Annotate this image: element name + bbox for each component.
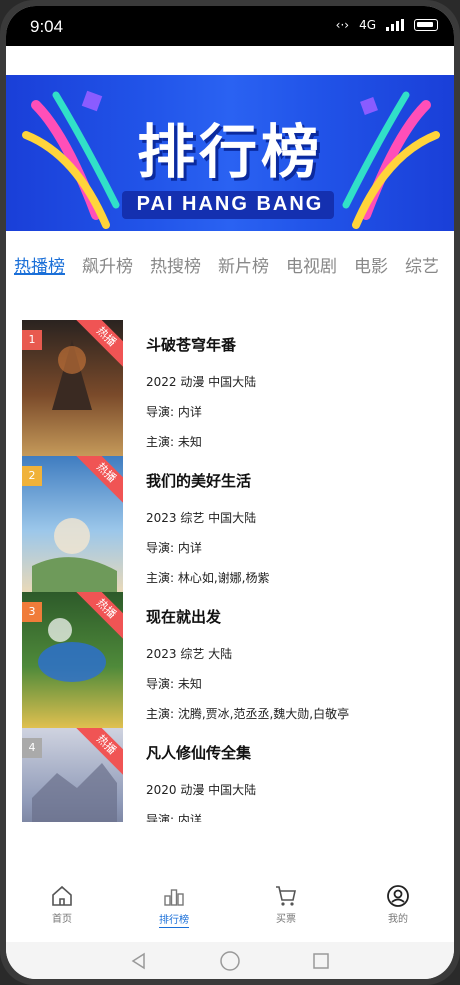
cart-icon xyxy=(276,886,296,906)
list-item[interactable]: 4 热播 凡人修仙传全集 2020 动漫 中国大陆 导演: 内详 xyxy=(22,728,442,822)
rank-badge: 3 xyxy=(22,602,42,622)
category-tabs: 热播榜 飙升榜 热搜榜 新片榜 电视剧 电影 综艺 xyxy=(6,234,454,280)
item-info: 现在就出发 2023 综艺 大陆 导演: 未知 主演: 沈腾,贾冰,范丞丞,魏大… xyxy=(146,606,349,735)
link-icon: ‹·› xyxy=(335,18,350,32)
item-meta: 2020 动漫 中国大陆 xyxy=(146,783,257,797)
back-icon[interactable] xyxy=(129,951,149,971)
ranking-list: 1 热播 斗破苍穹年番 2022 动漫 中国大陆 导演: 内详 主演: 未知 2… xyxy=(22,320,442,822)
system-nav-bar xyxy=(6,942,454,979)
item-meta: 2022 动漫 中国大陆 xyxy=(146,375,257,389)
tab-tv-series[interactable]: 电视剧 xyxy=(286,234,337,280)
rank-badge: 1 xyxy=(22,330,42,350)
nav-ranking[interactable]: 排行榜 xyxy=(118,884,230,936)
screen: 9:04 ‹·› 4G 排行榜 PAI HANG BANG 热播榜 飙升榜 热搜… xyxy=(6,6,454,979)
item-director: 导演: 内详 xyxy=(146,813,202,822)
nav-home[interactable]: 首页 xyxy=(6,884,118,936)
tab-hot-search[interactable]: 热搜榜 xyxy=(150,234,201,280)
poster: 2 热播 xyxy=(22,456,123,592)
item-director: 导演: 未知 xyxy=(146,677,202,691)
list-item[interactable]: 2 热播 我们的美好生活 2023 综艺 中国大陆 导演: 内详 主演: 林心如… xyxy=(22,456,442,592)
home-circle-icon[interactable] xyxy=(219,950,241,972)
banner-title: 排行榜 xyxy=(136,118,323,186)
user-icon xyxy=(387,885,409,907)
item-title: 我们的美好生活 xyxy=(146,472,252,490)
list-item[interactable]: 3 热播 现在就出发 2023 综艺 大陆 导演: 未知 主演: 沈腾,贾冰,范… xyxy=(22,592,442,728)
item-meta: 2023 综艺 大陆 xyxy=(146,647,233,661)
network-label: 4G xyxy=(359,18,376,32)
ranking-icon xyxy=(164,889,184,906)
item-director: 导演: 内详 xyxy=(146,405,202,419)
item-info: 我们的美好生活 2023 综艺 中国大陆 导演: 内详 主演: 林心如,谢娜,杨… xyxy=(146,470,270,599)
rank-badge: 4 xyxy=(22,738,42,758)
item-title: 凡人修仙传全集 xyxy=(146,744,252,762)
bottom-nav: 首页 排行榜 买票 我的 xyxy=(6,884,454,936)
tab-rising[interactable]: 飙升榜 xyxy=(82,234,133,280)
nav-tickets-label: 买票 xyxy=(276,914,296,925)
nav-ranking-label: 排行榜 xyxy=(159,911,189,928)
battery-icon xyxy=(414,19,438,31)
nav-home-label: 首页 xyxy=(52,914,72,925)
item-director: 导演: 内详 xyxy=(146,541,202,555)
list-item[interactable]: 1 热播 斗破苍穹年番 2022 动漫 中国大陆 导演: 内详 主演: 未知 xyxy=(22,320,442,456)
item-cast: 主演: 沈腾,贾冰,范丞丞,魏大勋,白敬亭 xyxy=(146,707,350,721)
poster: 1 热播 xyxy=(22,320,123,456)
item-cast: 主演: 林心如,谢娜,杨紫 xyxy=(146,571,270,585)
item-title: 现在就出发 xyxy=(146,608,222,626)
nav-tickets[interactable]: 买票 xyxy=(230,884,342,936)
item-cast: 主演: 未知 xyxy=(146,435,202,449)
ranking-banner: 排行榜 PAI HANG BANG xyxy=(6,75,454,231)
item-info: 凡人修仙传全集 2020 动漫 中国大陆 导演: 内详 xyxy=(146,742,256,822)
status-time: 9:04 xyxy=(30,17,64,36)
item-meta: 2023 综艺 中国大陆 xyxy=(146,511,257,525)
item-info: 斗破苍穹年番 2022 动漫 中国大陆 导演: 内详 主演: 未知 xyxy=(146,334,256,463)
poster: 4 热播 xyxy=(22,728,123,822)
home-icon xyxy=(52,885,72,906)
tab-movies[interactable]: 电影 xyxy=(354,234,388,280)
phone-frame: 9:04 ‹·› 4G 排行榜 PAI HANG BANG 热播榜 飙升榜 热搜… xyxy=(0,0,460,985)
tab-new[interactable]: 新片榜 xyxy=(218,234,269,280)
status-icons: ‹·› 4G xyxy=(336,18,438,32)
tab-variety[interactable]: 综艺 xyxy=(405,234,439,280)
item-title: 斗破苍穹年番 xyxy=(146,336,237,354)
recents-icon[interactable] xyxy=(311,951,331,971)
nav-mine-label: 我的 xyxy=(388,914,408,925)
status-bar: 9:04 ‹·› 4G xyxy=(6,6,454,46)
signal-icon xyxy=(386,19,404,31)
tab-hot-play[interactable]: 热播榜 xyxy=(14,234,65,277)
banner-subtitle: PAI HANG BANG xyxy=(136,193,324,215)
rank-badge: 2 xyxy=(22,466,42,486)
nav-mine[interactable]: 我的 xyxy=(342,884,454,936)
poster: 3 热播 xyxy=(22,592,123,728)
